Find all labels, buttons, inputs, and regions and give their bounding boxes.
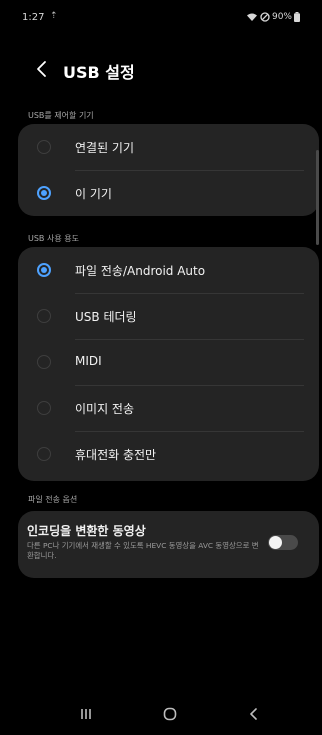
option-image-transfer[interactable]: 이미지 전송 <box>18 385 319 431</box>
transcode-toggle-switch[interactable] <box>268 535 298 550</box>
option-usb-tethering[interactable]: USB 테더링 <box>18 293 319 339</box>
upload-notification-icon: ⇡ <box>50 11 58 21</box>
back-icon <box>250 708 257 720</box>
option-label: USB 테더링 <box>75 310 137 324</box>
section-label-file-transfer-options: 파일 전송 옵션 <box>28 495 78 504</box>
status-bar: 1:27 ⇡ 90% <box>0 0 322 34</box>
radio-midi[interactable] <box>37 355 51 369</box>
home-button[interactable] <box>158 702 182 726</box>
option-label: MIDI <box>75 354 102 368</box>
option-connected-device[interactable]: 연결된 기기 <box>18 124 319 170</box>
battery-icon <box>294 12 300 22</box>
status-time: 1:27 <box>22 12 45 23</box>
radio-connected-device[interactable] <box>37 140 51 154</box>
toggle-knob <box>269 536 282 549</box>
section-label-usb-control: USB를 제어할 기기 <box>28 111 94 120</box>
option-midi[interactable]: MIDI <box>18 339 319 385</box>
dnd-icon <box>260 12 270 22</box>
nav-back-button[interactable] <box>242 702 266 726</box>
home-icon <box>163 707 177 721</box>
radio-charge-only[interactable] <box>37 447 51 461</box>
option-label: 파일 전송/Android Auto <box>75 264 206 278</box>
option-this-device[interactable]: 이 기기 <box>18 170 319 216</box>
page-title: USB 설정 <box>63 63 135 82</box>
option-charge-only[interactable]: 휴대전화 충전만 <box>18 431 319 477</box>
setting-title: 인코딩을 변환한 동영상 <box>27 524 146 538</box>
setting-description: 다른 PC나 기기에서 재생할 수 있도록 HEVC 동영상을 AVC 동영상으… <box>27 541 259 560</box>
scroll-indicator[interactable] <box>316 150 319 245</box>
radio-file-transfer[interactable] <box>37 263 51 277</box>
back-button[interactable] <box>32 58 52 80</box>
radio-this-device[interactable] <box>37 186 51 200</box>
recents-icon <box>81 709 91 719</box>
option-label: 연결된 기기 <box>75 141 135 155</box>
usb-usage-card: 파일 전송/Android Auto USB 테더링 MIDI 이미지 전송 휴… <box>18 247 319 481</box>
usb-control-card: 연결된 기기 이 기기 <box>18 124 319 216</box>
chevron-left-icon <box>37 61 46 77</box>
navigation-bar <box>0 692 322 735</box>
wifi-icon <box>246 12 258 22</box>
transcode-setting-card[interactable]: 인코딩을 변환한 동영상 다른 PC나 기기에서 재생할 수 있도록 HEVC … <box>18 511 319 578</box>
recents-button[interactable] <box>74 702 98 726</box>
battery-level: 90% <box>271 12 292 22</box>
section-label-usb-usage: USB 사용 용도 <box>28 234 79 243</box>
option-label: 휴대전화 충전만 <box>75 448 157 462</box>
option-label: 이미지 전송 <box>75 402 135 416</box>
option-label: 이 기기 <box>75 187 112 201</box>
radio-usb-tethering[interactable] <box>37 309 51 323</box>
radio-image-transfer[interactable] <box>37 401 51 415</box>
option-file-transfer[interactable]: 파일 전송/Android Auto <box>18 247 319 293</box>
status-icons: 90% <box>246 12 300 22</box>
app-header: USB 설정 <box>0 52 322 86</box>
